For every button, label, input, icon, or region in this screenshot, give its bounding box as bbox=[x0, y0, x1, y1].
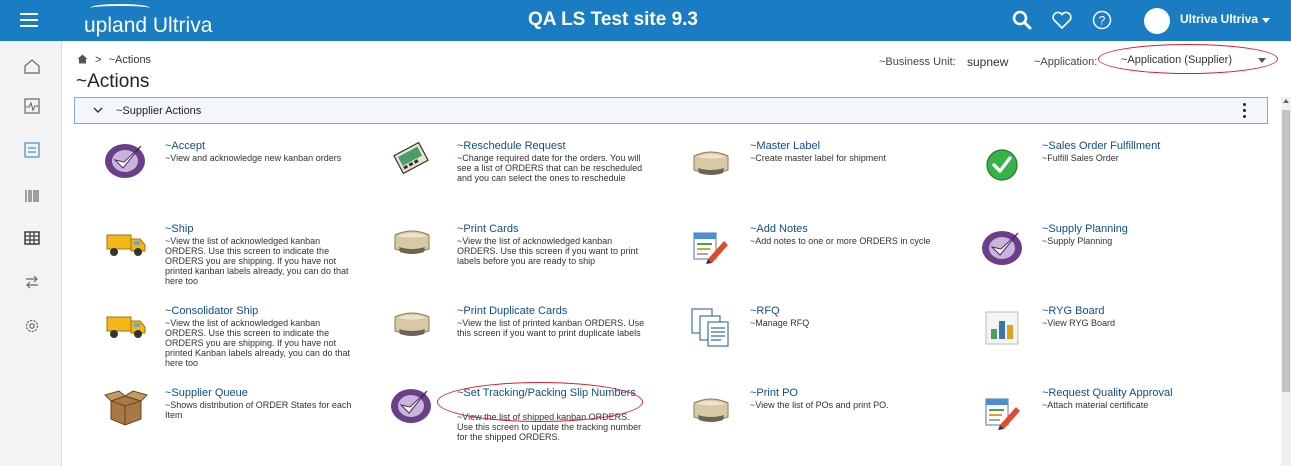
page-title: ~Actions bbox=[76, 71, 150, 92]
action-title[interactable]: ~Print Duplicate Cards bbox=[457, 305, 567, 317]
truck-icon[interactable] bbox=[103, 305, 149, 345]
panel-title: ~Supplier Actions bbox=[116, 105, 202, 117]
action-description: ~View the list of printed kanban ORDERS.… bbox=[457, 318, 645, 338]
help-icon[interactable]: ? bbox=[1090, 8, 1114, 32]
action-title[interactable]: ~Add Notes bbox=[750, 223, 808, 235]
action-title[interactable]: ~Supply Planning bbox=[1042, 223, 1128, 235]
printer-icon[interactable] bbox=[688, 389, 734, 429]
search-icon[interactable] bbox=[1010, 8, 1034, 32]
action-description: ~View the list of acknowledged kanban OR… bbox=[457, 236, 639, 266]
action-title[interactable]: ~Print PO bbox=[750, 387, 798, 399]
chevron-right-icon: > bbox=[95, 54, 102, 66]
home-icon[interactable] bbox=[77, 54, 88, 64]
application-selected-value: ~Application (Supplier) bbox=[1121, 54, 1232, 66]
action-description: ~View the list of acknowledged kanban OR… bbox=[165, 318, 350, 368]
checkmark-swoosh-icon[interactable] bbox=[103, 140, 149, 180]
truck-icon[interactable] bbox=[103, 223, 149, 263]
action-title[interactable]: ~RFQ bbox=[750, 305, 780, 317]
action-title[interactable]: ~Set Tracking/Packing Slip Numbers bbox=[457, 387, 657, 399]
action-title[interactable]: ~RYG Board bbox=[1042, 305, 1104, 317]
action-description: ~Change required date for the orders. Yo… bbox=[457, 153, 643, 183]
action-title[interactable]: ~Request Quality Approval bbox=[1042, 387, 1173, 399]
action-title[interactable]: ~Reschedule Request bbox=[457, 140, 566, 152]
printer-icon[interactable] bbox=[389, 303, 435, 343]
logo: upland Ultriva bbox=[84, 4, 244, 38]
svg-text:?: ? bbox=[1099, 14, 1106, 28]
scroll-up-icon[interactable] bbox=[1283, 99, 1289, 103]
action-title[interactable]: ~Accept bbox=[165, 140, 205, 152]
action-description: ~View RYG Board bbox=[1042, 318, 1115, 328]
chart-board-icon[interactable] bbox=[980, 309, 1026, 349]
chevron-down-icon[interactable] bbox=[93, 106, 103, 114]
top-bar: upland Ultriva QA LS Test site 9.3 ? Ult… bbox=[0, 0, 1291, 41]
documents-icon[interactable] bbox=[688, 307, 734, 347]
notes-pencil-icon[interactable] bbox=[980, 391, 1026, 431]
reschedule-icon[interactable] bbox=[389, 138, 435, 178]
action-description: ~Fulfill Sales Order bbox=[1042, 153, 1119, 163]
breadcrumb: > ~Actions bbox=[77, 54, 151, 66]
sidebar bbox=[0, 41, 62, 466]
grid-icon[interactable] bbox=[23, 229, 41, 247]
home-icon[interactable] bbox=[23, 57, 41, 75]
checkmark-swoosh-icon[interactable] bbox=[980, 227, 1026, 267]
breadcrumb-current: ~Actions bbox=[108, 54, 152, 66]
monitor-icon[interactable] bbox=[23, 97, 41, 115]
action-description: ~View the list of shipped kanban ORDERS.… bbox=[457, 412, 642, 442]
supplier-actions-panel-header[interactable]: ~Supplier Actions bbox=[74, 97, 1268, 124]
heart-icon[interactable] bbox=[1050, 8, 1074, 32]
application-select[interactable]: ~Application (Supplier) bbox=[1109, 49, 1277, 73]
printer-icon[interactable] bbox=[389, 221, 435, 261]
action-description: ~View the list of acknowledged kanban OR… bbox=[165, 236, 349, 286]
user-name[interactable]: Ultriva Ultriva bbox=[1180, 12, 1258, 26]
exchange-icon[interactable] bbox=[23, 273, 41, 291]
action-description: ~View the list of POs and print PO. bbox=[750, 400, 889, 410]
action-title[interactable]: ~Print Cards bbox=[457, 223, 518, 235]
notes-pencil-icon[interactable] bbox=[688, 225, 734, 265]
action-description: ~Create master label for shipment bbox=[750, 153, 886, 163]
scrollbar-thumb[interactable] bbox=[1282, 110, 1290, 392]
menu-icon[interactable] bbox=[20, 13, 38, 27]
action-description: ~Add notes to one or more ORDERS in cycl… bbox=[750, 236, 931, 246]
action-title[interactable]: ~Sales Order Fulfillment bbox=[1042, 140, 1160, 152]
chevron-down-icon bbox=[1258, 58, 1266, 63]
action-description: ~Manage RFQ bbox=[750, 318, 810, 328]
action-title[interactable]: ~Supplier Queue bbox=[165, 387, 248, 399]
box-icon[interactable] bbox=[103, 387, 149, 427]
user-menu-caret-icon[interactable] bbox=[1262, 18, 1270, 23]
action-title[interactable]: ~Ship bbox=[165, 223, 193, 235]
application-label: ~Application: bbox=[1034, 56, 1098, 68]
site-title: QA LS Test site 9.3 bbox=[528, 9, 698, 30]
kebab-menu-icon[interactable] bbox=[1241, 103, 1247, 119]
settings-icon[interactable] bbox=[23, 317, 41, 335]
printer-icon[interactable] bbox=[688, 142, 734, 182]
action-description: ~Attach material certificate bbox=[1042, 400, 1149, 410]
action-description: ~View and acknowledge new kanban orders bbox=[165, 153, 342, 163]
checkmark-swoosh-icon[interactable] bbox=[389, 385, 435, 425]
user-avatar[interactable] bbox=[1144, 8, 1170, 34]
action-description: ~Shows distribution of ORDER States for … bbox=[165, 400, 352, 420]
action-title[interactable]: ~Consolidator Ship bbox=[165, 305, 258, 317]
action-title[interactable]: ~Master Label bbox=[750, 140, 820, 152]
action-description: ~Supply Planning bbox=[1042, 236, 1113, 246]
business-unit-label: ~Business Unit: bbox=[879, 56, 956, 68]
checklist-icon[interactable] bbox=[23, 141, 41, 159]
logo-text: upland Ultriva bbox=[84, 14, 213, 37]
business-unit-value: supnew bbox=[967, 55, 1009, 69]
green-check-icon[interactable] bbox=[980, 144, 1026, 184]
barcode-icon[interactable] bbox=[23, 187, 41, 205]
